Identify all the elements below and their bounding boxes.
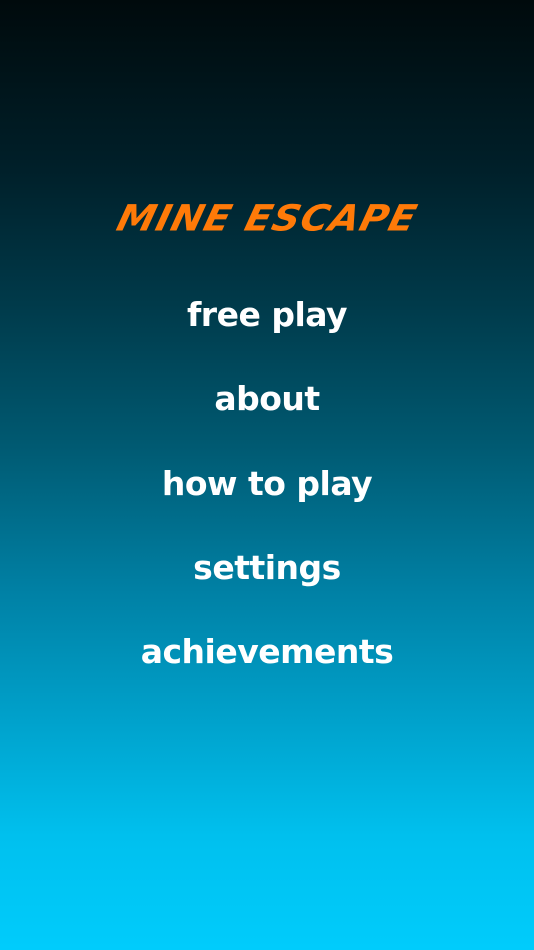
game-title: MINE ESCAPE (112, 197, 422, 239)
menu-item-settings[interactable]: settings (0, 543, 534, 593)
menu-item-about[interactable]: about (0, 374, 534, 424)
menu-item-achievements[interactable]: achievements (0, 627, 534, 677)
menu-item-how-to-play[interactable]: how to play (0, 459, 534, 509)
game-logo: MINE ESCAPE (0, 192, 534, 244)
menu-item-free-play[interactable]: free play (0, 290, 534, 340)
main-menu-screen: MINE ESCAPE free play about how to play … (0, 0, 534, 950)
